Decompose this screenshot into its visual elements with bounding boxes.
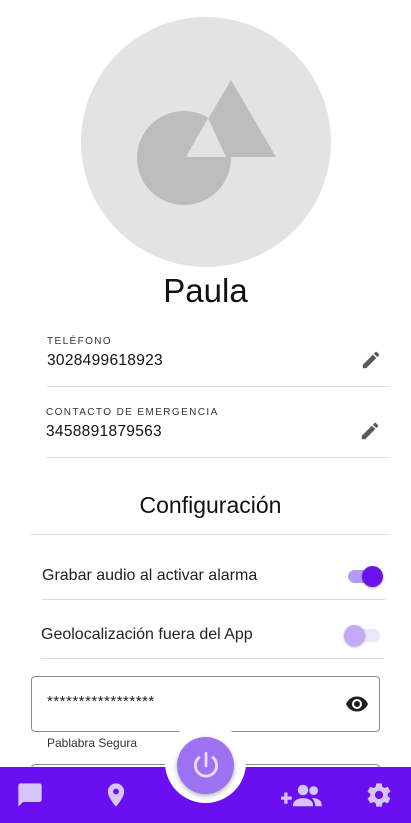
- panic-power-button[interactable]: [177, 737, 234, 794]
- settings-title: Configuración: [139, 492, 282, 518]
- record-audio-label: Grabar audio al activar alarma: [42, 567, 258, 584]
- switch-thumb: [344, 625, 365, 646]
- divider: [46, 457, 390, 458]
- pencil-icon: [361, 422, 379, 440]
- divider: [41, 658, 384, 659]
- nav-settings-button[interactable]: [364, 780, 394, 810]
- group-add-icon: [281, 784, 322, 807]
- avatar[interactable]: [81, 17, 331, 267]
- nav-chat-button[interactable]: [15, 780, 45, 810]
- phone-value: 3028499618923: [47, 352, 163, 369]
- edit-phone-button[interactable]: [357, 346, 385, 374]
- chat-icon: [18, 783, 42, 807]
- divider: [31, 534, 390, 535]
- geolocation-label: Geolocalización fuera del App: [41, 626, 253, 643]
- pencil-icon: [362, 351, 380, 369]
- nav-add-contacts-button[interactable]: [281, 780, 325, 810]
- avatar-placeholder-icon: [137, 80, 276, 205]
- emergency-contact-value: 3458891879563: [46, 423, 162, 440]
- safe-word-input[interactable]: [47, 693, 327, 710]
- divider: [42, 599, 385, 600]
- emergency-contact-label: CONTACTO DE EMERGENCIA: [46, 407, 219, 418]
- toggle-visibility-button[interactable]: [345, 692, 369, 716]
- switch-thumb: [362, 566, 383, 587]
- settings-gear-icon: [367, 783, 391, 807]
- record-audio-switch[interactable]: [344, 563, 384, 589]
- phone-label: TELÉFONO: [47, 336, 113, 347]
- nav-location-button[interactable]: [101, 780, 131, 810]
- safe-word-helper-text: Pablabra Segura: [47, 736, 138, 750]
- eye-icon: [346, 696, 368, 712]
- edit-emergency-contact-button[interactable]: [356, 417, 384, 445]
- location-pin-icon: [107, 783, 125, 807]
- power-icon: [193, 751, 218, 778]
- geolocation-switch[interactable]: [344, 622, 384, 648]
- divider: [47, 386, 390, 387]
- profile-name: Paula: [163, 272, 248, 309]
